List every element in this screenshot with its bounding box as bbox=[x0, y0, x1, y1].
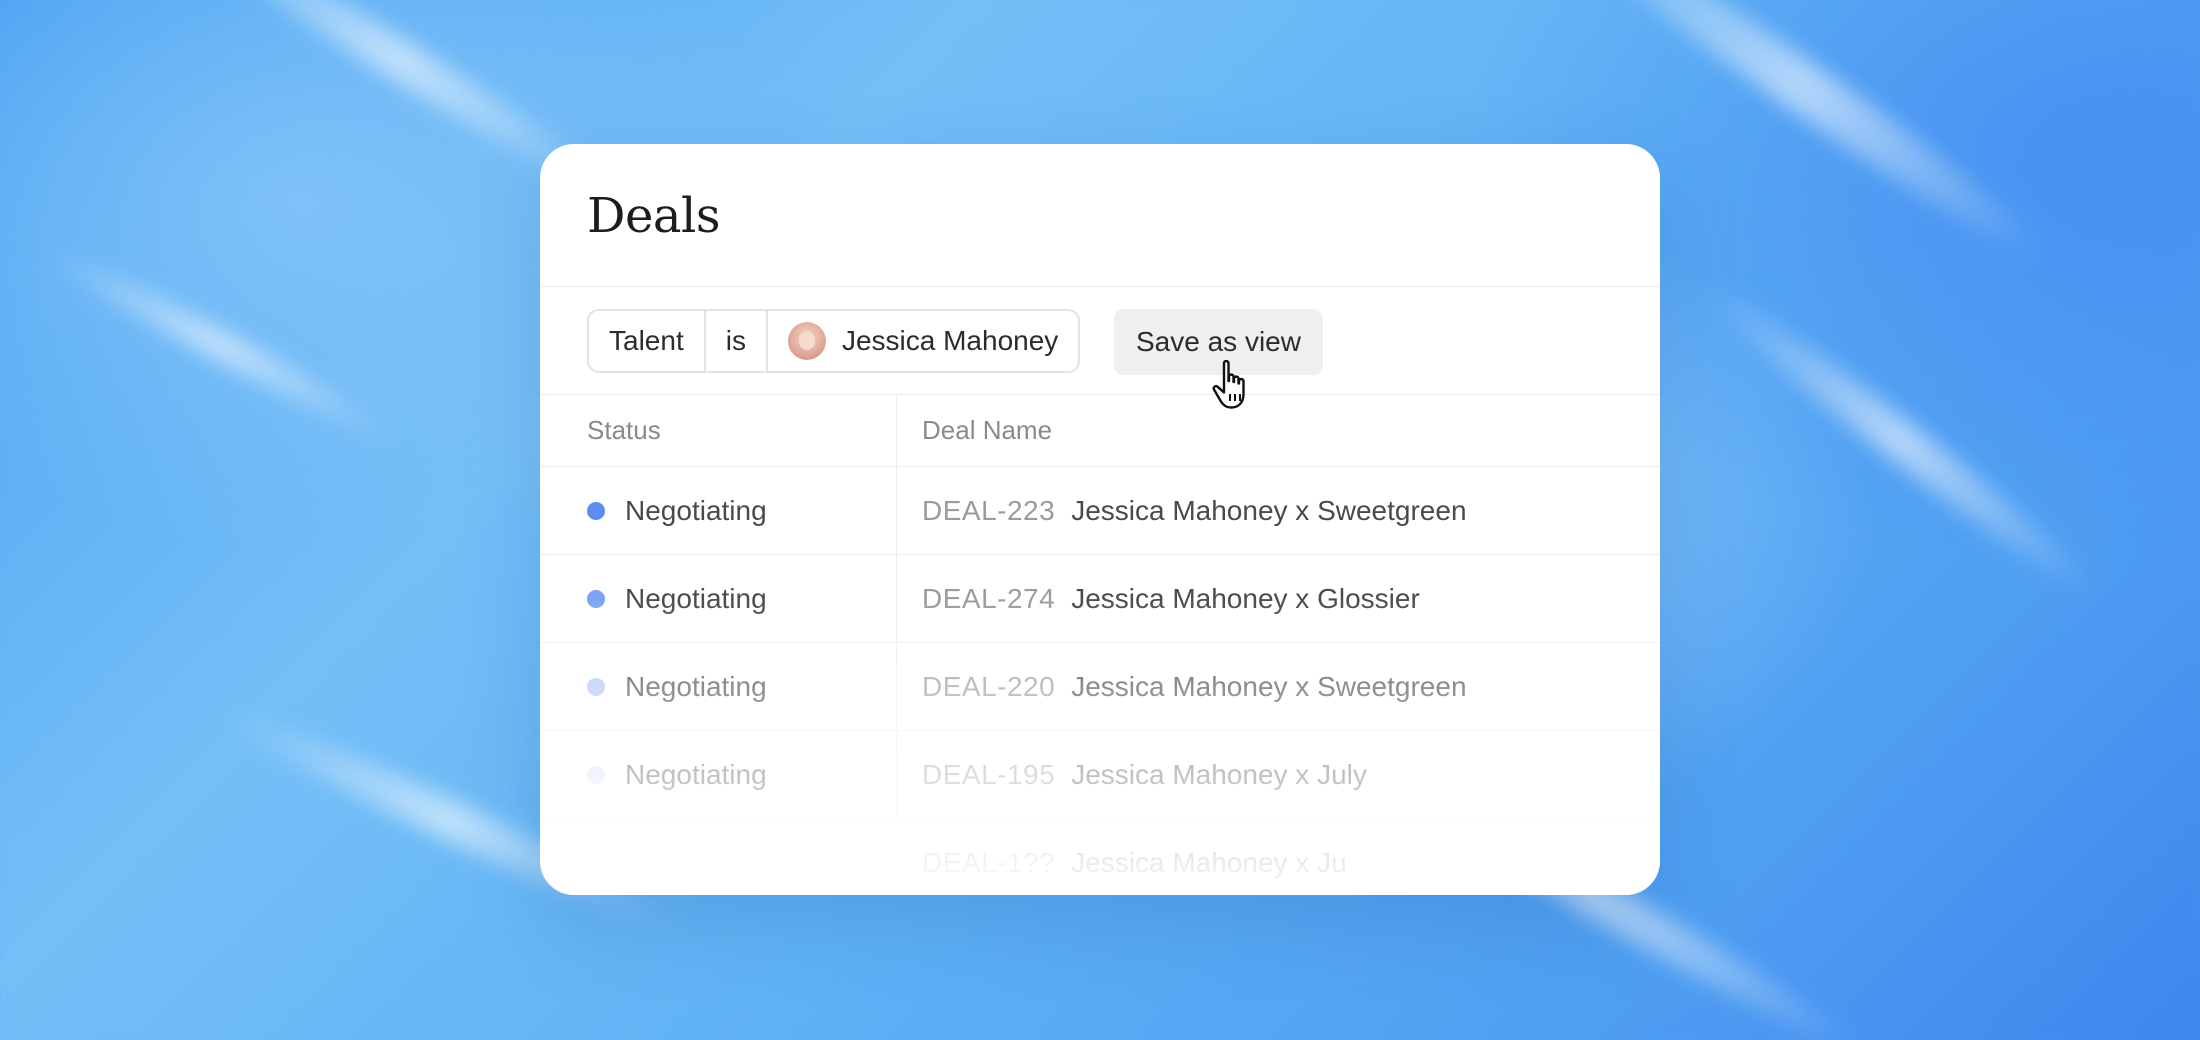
avatar bbox=[787, 322, 826, 360]
deal-id: DEAL-223 bbox=[922, 494, 1056, 526]
deals-card: Deals Talent is Jessica Mahoney Save as … bbox=[540, 144, 1660, 895]
table-row[interactable]: Negotiating DEAL-195 Jessica Mahoney x J… bbox=[540, 731, 1660, 819]
filter-chip[interactable]: Talent is Jessica Mahoney bbox=[587, 309, 1081, 373]
status-label: Negotiating bbox=[625, 494, 767, 526]
status-dot bbox=[587, 677, 605, 696]
deal-id: DEAL-274 bbox=[922, 582, 1056, 614]
table-row[interactable]: Negotiating DEAL-223 Jessica Mahoney x S… bbox=[540, 467, 1660, 555]
page-title: Deals bbox=[587, 188, 721, 244]
table-row[interactable]: Negotiating DEAL-274 Jessica Mahoney x G… bbox=[540, 555, 1660, 643]
deal-name: Jessica Mahoney x Sweetgreen bbox=[1071, 494, 1467, 526]
card-header: Deals bbox=[540, 144, 1660, 287]
column-header-deal-name[interactable]: Deal Name bbox=[897, 395, 1660, 466]
table-row[interactable]: Negotiating DEAL-220 Jessica Mahoney x S… bbox=[540, 643, 1660, 731]
filter-field[interactable]: Talent bbox=[589, 311, 706, 371]
deal-name: Jessica Mahoney x July bbox=[1071, 758, 1367, 790]
filter-value[interactable]: Jessica Mahoney bbox=[768, 311, 1078, 371]
hand-pointer-icon bbox=[1212, 359, 1245, 409]
status-dot bbox=[587, 589, 605, 608]
table-row[interactable]: DEAL-1?? Jessica Mahoney x Ju bbox=[540, 819, 1660, 895]
status-label: Negotiating bbox=[625, 758, 767, 790]
deal-id: DEAL-195 bbox=[922, 758, 1056, 790]
status-label: Negotiating bbox=[625, 670, 767, 702]
deal-name: Jessica Mahoney x Ju bbox=[1071, 846, 1347, 878]
status-dot bbox=[587, 765, 605, 784]
deal-name: Jessica Mahoney x Sweetgreen bbox=[1071, 670, 1467, 702]
deal-id: DEAL-1?? bbox=[922, 846, 1056, 878]
status-dot bbox=[587, 501, 605, 520]
filter-bar: Talent is Jessica Mahoney Save as view bbox=[540, 287, 1660, 409]
column-header-status[interactable]: Status bbox=[540, 395, 897, 466]
status-label: Negotiating bbox=[625, 582, 767, 614]
deal-name: Jessica Mahoney x Glossier bbox=[1071, 582, 1420, 614]
deal-id: DEAL-220 bbox=[922, 670, 1056, 702]
filter-operator[interactable]: is bbox=[706, 311, 768, 371]
table-header: Status Deal Name bbox=[540, 395, 1660, 467]
filter-value-label: Jessica Mahoney bbox=[841, 325, 1059, 356]
